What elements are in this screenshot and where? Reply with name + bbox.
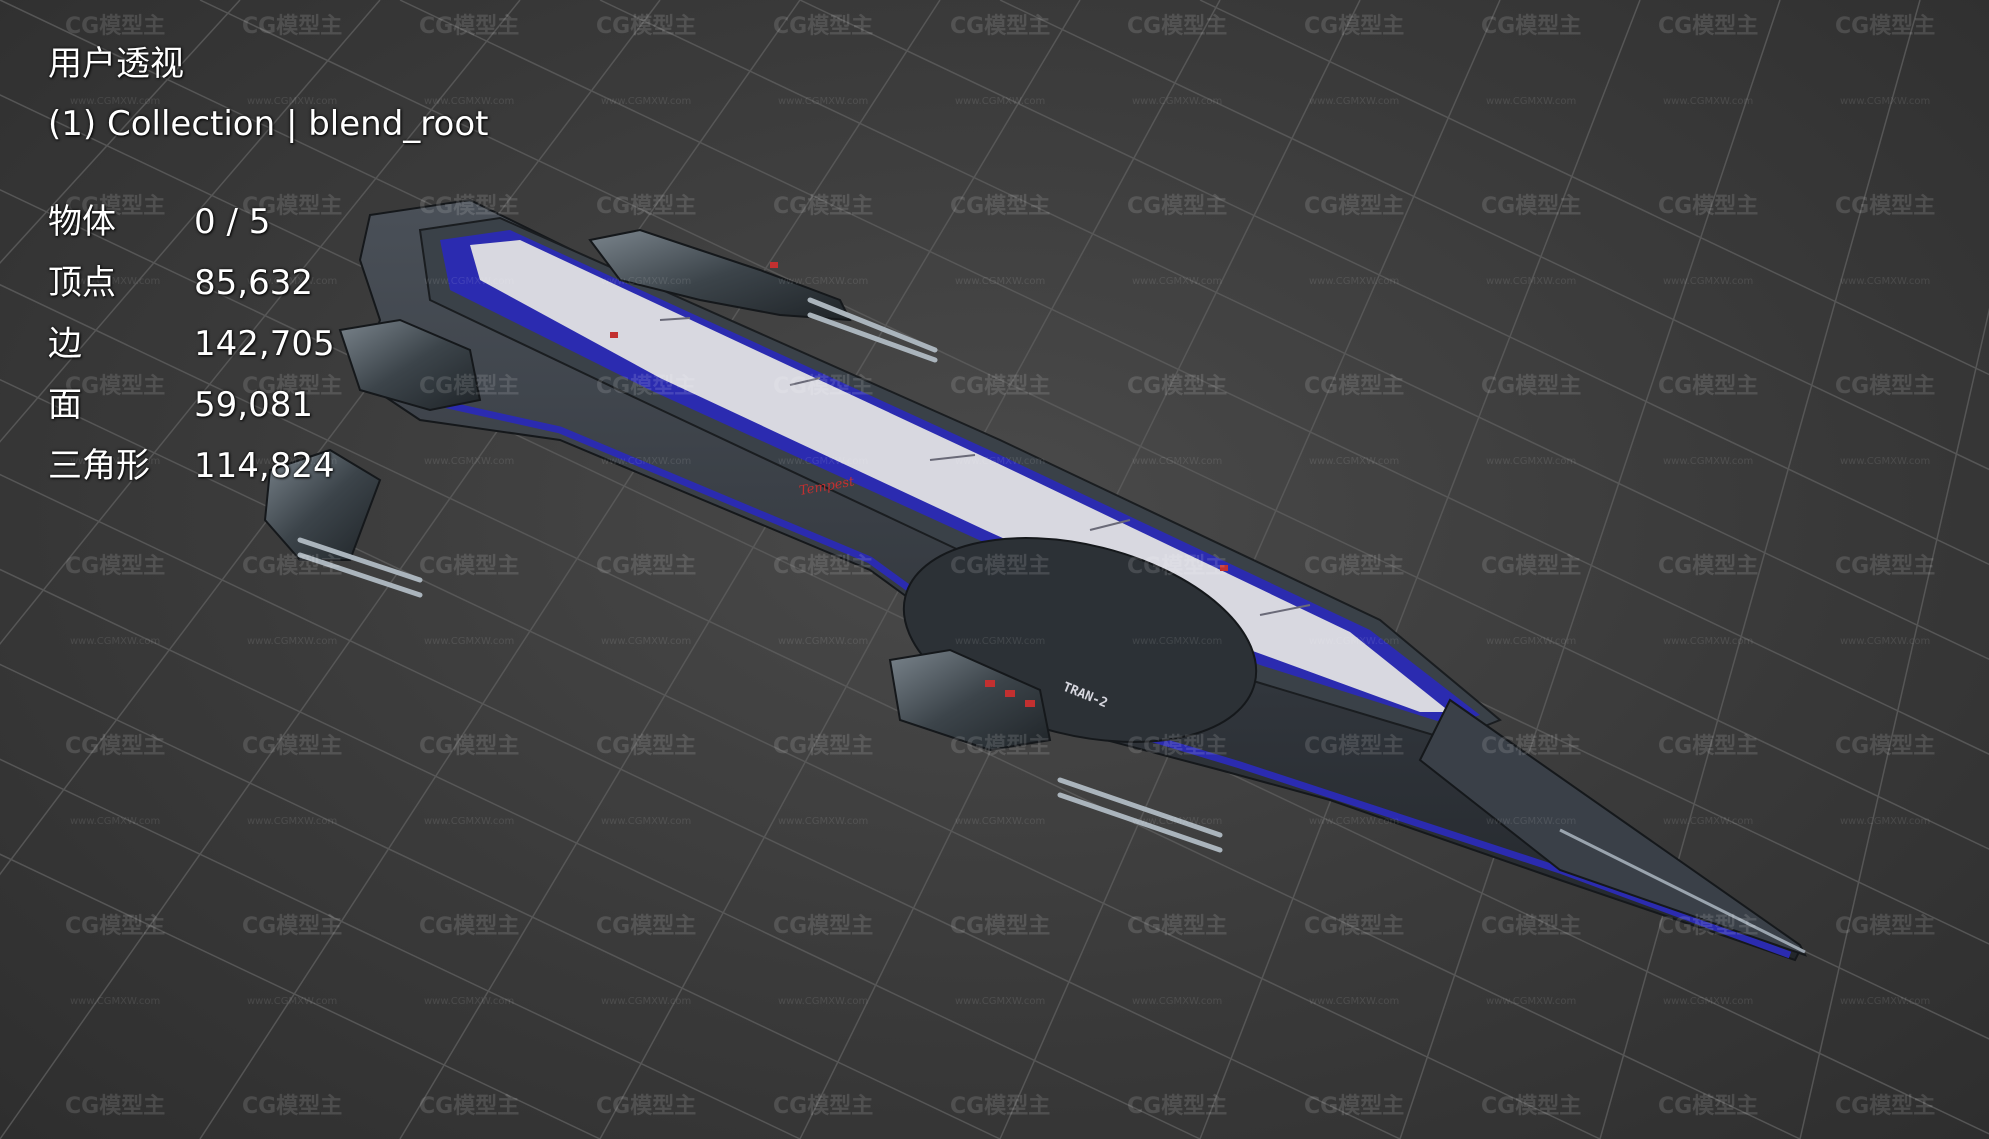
active-collection-label: (1) Collection | blend_root	[48, 104, 489, 144]
stat-label-vertices: 顶点	[48, 263, 116, 303]
stat-value-edges: 142,705	[194, 324, 335, 364]
stat-value-triangles: 114,824	[194, 446, 335, 486]
spaceship-model[interactable]: TRAN-2 Tempest	[263, 198, 1807, 962]
stat-label-faces: 面	[48, 385, 82, 425]
stat-label-objects: 物体	[48, 202, 116, 242]
stat-value-vertices: 85,632	[194, 263, 313, 303]
view-name-label: 用户透视	[48, 44, 184, 84]
stat-value-faces: 59,081	[194, 385, 313, 425]
3d-viewport[interactable]: TRAN-2 Tempest CG模型主 www.CGMXW.com CG模型主 ww…	[0, 0, 1989, 1139]
stat-value-objects: 0 / 5	[194, 202, 271, 242]
stat-label-triangles: 三角形	[48, 446, 150, 486]
stat-label-edges: 边	[48, 324, 82, 364]
scene-canvas[interactable]: TRAN-2 Tempest	[0, 0, 1989, 1139]
